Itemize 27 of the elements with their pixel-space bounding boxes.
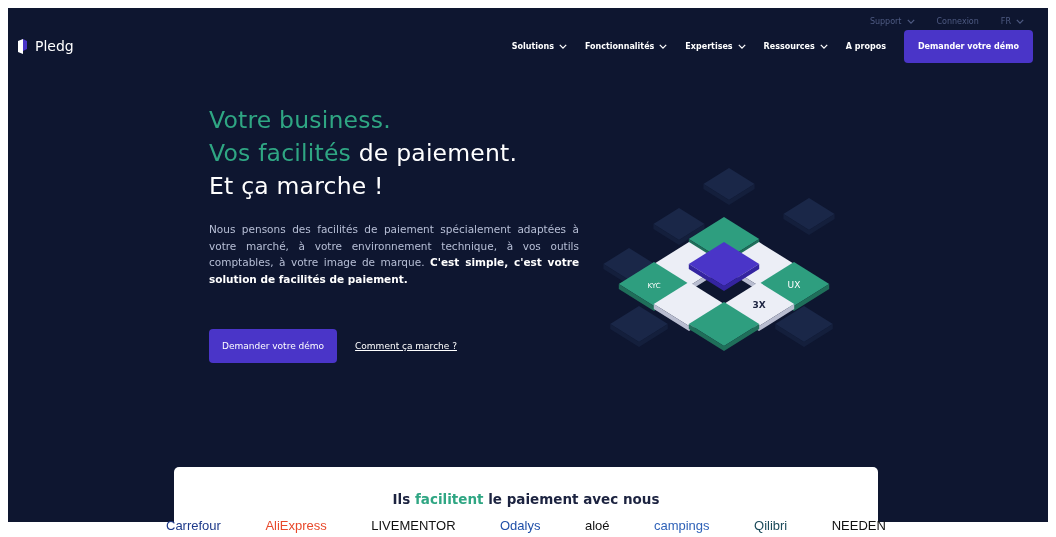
demo-button[interactable]: Demander votre démo bbox=[209, 329, 338, 363]
hero-description: Nous pensons des facilités de paiement spécialement adaptées à votre marché, à votre environnement technique, à vos outils comptables, à votre image de marque. C'est simple, c'est votre solution de facilités de paiement. bbox=[209, 222, 579, 287]
nav-item[interactable]: Solutions bbox=[511, 41, 567, 51]
partner-logo: LIVEMENTOR bbox=[371, 519, 456, 533]
nav-item[interactable]: Ressources bbox=[763, 41, 828, 51]
chevron-down-icon bbox=[558, 43, 567, 49]
partner-logo: NEEDEN bbox=[831, 519, 886, 533]
partner-logo: AliExpress bbox=[265, 519, 327, 533]
nav-item[interactable]: Fonctionnalités bbox=[584, 41, 668, 51]
logo-text[interactable]: Pledg bbox=[35, 38, 74, 54]
partner-logo: campings bbox=[653, 519, 710, 533]
partner-logo: Qilibri bbox=[754, 519, 788, 533]
chevron-down-icon bbox=[819, 43, 828, 49]
nav-item[interactable]: Expertises bbox=[685, 41, 746, 51]
hero-headline: Votre business. Vos facilités de paiement. Et ça marche ! bbox=[209, 105, 519, 202]
demo-button[interactable]: Demander votre démo bbox=[903, 29, 1033, 63]
partners-title: Ils facilitent le paiement avec nous bbox=[391, 491, 661, 507]
chevron-down-icon bbox=[906, 18, 915, 24]
nav-item[interactable]: A propos bbox=[845, 41, 886, 51]
partner-logo: Carrefour bbox=[166, 519, 221, 533]
chevron-down-icon bbox=[659, 43, 668, 49]
chevron-down-icon bbox=[1016, 18, 1024, 24]
chevron-down-icon bbox=[737, 43, 746, 49]
partner-logo: aloé bbox=[584, 519, 610, 533]
partner-logo: Odalys bbox=[500, 519, 541, 533]
how-it-works-link[interactable]: Comment ça marche ? bbox=[355, 341, 457, 351]
logo-icon bbox=[18, 38, 27, 54]
